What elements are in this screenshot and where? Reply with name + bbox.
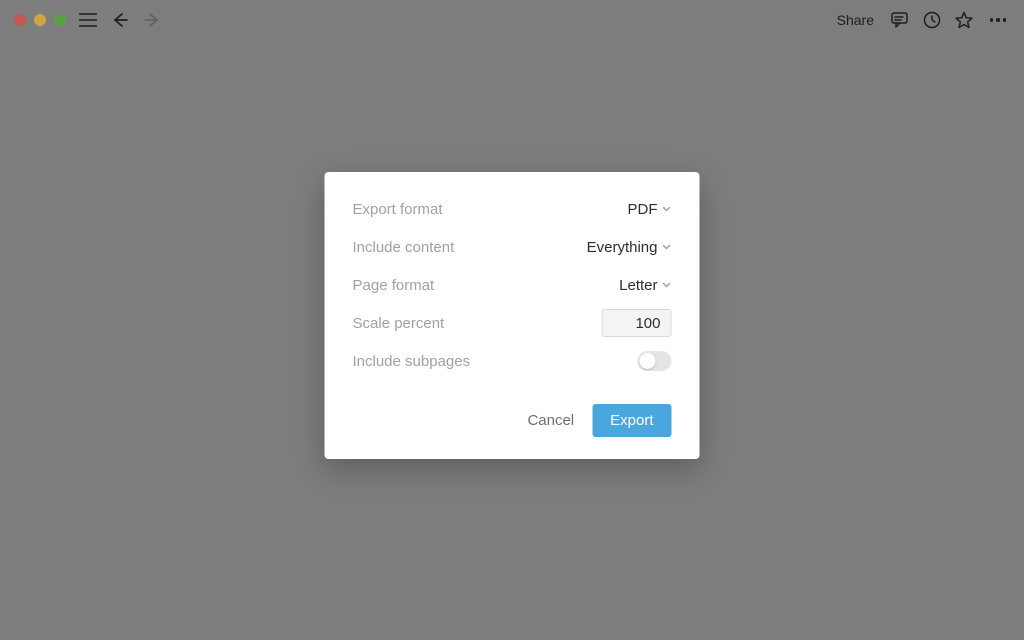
star-icon[interactable]	[954, 10, 974, 30]
history-icon[interactable]	[922, 10, 942, 30]
more-menu-icon[interactable]	[986, 18, 1010, 22]
chevron-down-icon	[662, 280, 672, 290]
forward-arrow-icon[interactable]	[142, 10, 162, 30]
include-content-row: Include content Everything	[353, 236, 672, 258]
include-subpages-row: Include subpages	[353, 350, 672, 372]
toggle-thumb	[640, 353, 656, 369]
sidebar-toggle-icon[interactable]	[78, 10, 98, 30]
page-format-select[interactable]: Letter	[619, 277, 671, 294]
include-content-value: Everything	[587, 239, 658, 256]
include-subpages-label: Include subpages	[353, 353, 471, 370]
page-format-label: Page format	[353, 277, 435, 294]
modal-backdrop: Export format PDF Include content Everyt…	[0, 0, 1024, 640]
window-toolbar: Share	[0, 0, 1024, 40]
scale-percent-input[interactable]	[602, 309, 672, 337]
export-button[interactable]: Export	[592, 404, 671, 437]
export-format-select[interactable]: PDF	[628, 201, 672, 218]
back-arrow-icon[interactable]	[110, 10, 130, 30]
chevron-down-icon	[662, 242, 672, 252]
include-content-select[interactable]: Everything	[587, 239, 672, 256]
minimize-window-button[interactable]	[34, 14, 46, 26]
export-modal: Export format PDF Include content Everyt…	[325, 172, 700, 459]
include-subpages-toggle[interactable]	[638, 351, 672, 371]
export-format-value: PDF	[628, 201, 658, 218]
page-format-row: Page format Letter	[353, 274, 672, 296]
share-button[interactable]: Share	[837, 12, 874, 28]
scale-percent-label: Scale percent	[353, 315, 445, 332]
scale-percent-row: Scale percent	[353, 312, 672, 334]
comments-icon[interactable]	[890, 10, 910, 30]
chevron-down-icon	[662, 204, 672, 214]
close-window-button[interactable]	[14, 14, 26, 26]
page-format-value: Letter	[619, 277, 657, 294]
include-content-label: Include content	[353, 239, 455, 256]
export-format-label: Export format	[353, 201, 443, 218]
window-controls	[14, 14, 66, 26]
cancel-button[interactable]: Cancel	[527, 412, 574, 429]
zoom-window-button[interactable]	[54, 14, 66, 26]
modal-actions: Cancel Export	[353, 404, 672, 437]
export-format-row: Export format PDF	[353, 198, 672, 220]
